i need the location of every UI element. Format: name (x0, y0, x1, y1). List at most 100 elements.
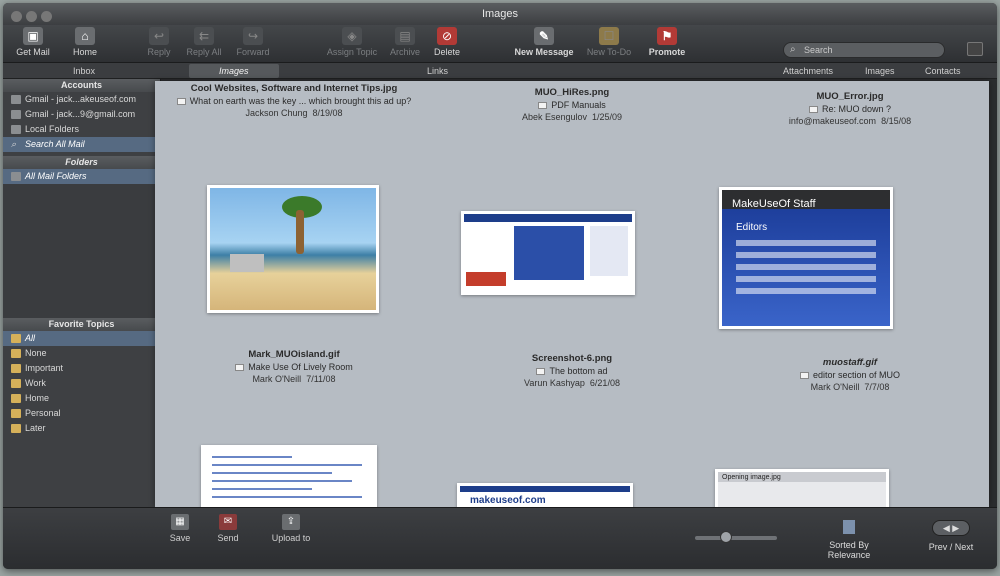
folder-icon (11, 394, 21, 403)
grid-item-caption[interactable]: muostaff.gif editor section of MUO Mark … (711, 357, 989, 392)
subject: PDF Manuals (551, 100, 606, 110)
folder-icon (11, 172, 21, 181)
folder-icon (11, 334, 21, 343)
tab-contacts[interactable]: Contacts (925, 64, 961, 78)
subject: The bottom ad (549, 366, 608, 376)
home-icon: ⌂ (75, 27, 95, 45)
sidebar-item-topic-none[interactable]: None (3, 346, 160, 361)
archive-icon: ▤ (395, 27, 415, 45)
upload-icon: ⇪ (282, 514, 300, 530)
image-grid: Cool Websites, Software and Internet Tip… (155, 81, 989, 507)
minimize-window-button[interactable] (26, 11, 37, 22)
sidebar: Accounts Gmail - jack...akeuseof.com Gma… (3, 79, 161, 539)
envelope-icon (538, 102, 548, 110)
sidebar-item-topic-all[interactable]: All (3, 331, 160, 346)
home-button[interactable]: ⌂ Home (59, 27, 111, 57)
tab-attachments[interactable]: Attachments (783, 64, 833, 78)
tab-images-right[interactable]: Images (865, 64, 895, 78)
assign-topic-button[interactable]: ◈ Assign Topic (321, 27, 383, 57)
thumbnail-makeuseof[interactable]: makeuseof.com (457, 483, 633, 507)
folders-header: Folders (3, 156, 160, 169)
search-input[interactable]: ⌕ Search (783, 42, 945, 58)
file-name: Cool Websites, Software and Internet Tip… (190, 83, 398, 94)
date: 7/7/08 (864, 382, 890, 392)
prev-next-button[interactable]: ◀ ▶ Prev / Next (921, 520, 981, 552)
grid-item-caption[interactable]: Screenshot-6.png The bottom ad Varun Kas… (433, 353, 711, 388)
date: 7/11/08 (306, 374, 336, 384)
envelope-icon (808, 106, 818, 114)
sidebar-item-topic-home[interactable]: Home (3, 391, 160, 406)
thumbnail-muo-staff[interactable]: MakeUseOf Staff Editors (719, 187, 893, 329)
dialog-title: Opening image.jpg (722, 474, 781, 481)
folder-icon (11, 424, 21, 433)
mail-window: Images ▣ Get Mail ⌂ Home ↩ Reply ⇇ Reply All… (3, 3, 997, 569)
send-button[interactable]: ✉ Send (203, 514, 253, 543)
envelope-icon (176, 98, 186, 106)
sender: Jackson Chung (245, 108, 308, 118)
thumbnail-document[interactable] (201, 445, 377, 507)
sort-button[interactable]: Sorted By Relevance (808, 520, 890, 560)
envelope-icon (799, 372, 809, 380)
tab-images[interactable]: Images (189, 64, 279, 78)
sidebar-item-search-all-mail[interactable]: ⌕ Search All Mail (3, 137, 160, 152)
makeuseof-logo: makeuseof.com (470, 495, 546, 506)
staff-editors-heading: Editors (736, 222, 768, 233)
grid-item-caption[interactable]: Mark_MUOisland.gif Make Use Of Lively Ro… (155, 349, 433, 384)
sender: info@makeuseof.com (788, 116, 877, 126)
toolbar: ▣ Get Mail ⌂ Home ↩ Reply ⇇ Reply All ↪ Forwa… (3, 25, 997, 63)
search-icon: ⌕ (790, 44, 796, 55)
zoom-slider-knob[interactable] (719, 531, 732, 543)
reply-all-button[interactable]: ⇇ Reply All (178, 27, 230, 57)
zoom-slider[interactable] (695, 531, 777, 543)
date: 6/21/08 (589, 378, 620, 388)
search-icon: ⌕ (11, 139, 17, 149)
sidebar-item-gmail-makeuseof[interactable]: Gmail - jack...akeuseof.com (3, 92, 160, 107)
save-button[interactable]: ▦ Save (155, 514, 205, 543)
accounts-header: Accounts (3, 79, 160, 92)
pen-icon: ✎ (534, 27, 554, 45)
note-icon: ☐ (599, 27, 619, 45)
thumbnail-muo-island[interactable] (207, 185, 379, 313)
sidebar-item-topic-personal[interactable]: Personal (3, 406, 160, 421)
status-bar: ▦ Save ✉ Send ⇪ Upload to Sorted By Relevan… (3, 507, 997, 569)
mail-icon (11, 95, 21, 104)
folder-icon (11, 409, 21, 418)
sender: Abek Esengulov (521, 112, 587, 122)
inbox-icon: ▣ (23, 27, 43, 45)
zoom-window-button[interactable] (41, 11, 52, 22)
tab-inbox[interactable]: Inbox (73, 64, 95, 78)
delete-button[interactable]: ⊘ Delete (421, 27, 473, 57)
close-window-button[interactable] (11, 11, 22, 22)
window-title: Images (481, 8, 519, 20)
subject: Make Use Of Lively Room (248, 362, 353, 372)
sidebar-item-topic-later[interactable]: Later (3, 421, 160, 436)
sidebar-item-local-folders[interactable]: Local Folders (3, 122, 160, 137)
file-name: MUO_HiRes.png (534, 87, 610, 98)
promote-button[interactable]: ⚑ Promote (639, 27, 695, 57)
new-message-button[interactable]: ✎ New Message (509, 27, 579, 57)
sidebar-item-topic-work[interactable]: Work (3, 376, 160, 391)
subject: editor section of MUO (812, 370, 901, 380)
tab-bar: Inbox Images Links Attachments Images Co… (3, 63, 997, 79)
upload-button[interactable]: ⇪ Upload to (261, 514, 321, 543)
delete-icon: ⊘ (437, 27, 457, 45)
grid-item-caption[interactable]: MUO_HiRes.png PDF Manuals Abek Esengulov… (433, 87, 711, 122)
forward-button[interactable]: ↪ Forward (227, 27, 279, 57)
grid-item-caption[interactable]: MUO_Error.jpg Re: MUO down ? info@makeus… (711, 91, 989, 126)
thumbnail-dialog[interactable]: Opening image.jpg (715, 469, 889, 507)
subject: Re: MUO down ? (821, 104, 892, 114)
grid-item-caption[interactable]: Cool Websites, Software and Internet Tip… (155, 83, 433, 118)
sidebar-item-topic-important[interactable]: Important (3, 361, 160, 376)
sender: Mark O'Neill (810, 382, 860, 392)
sidebar-item-gmail-personal[interactable]: Gmail - jack...9@gmail.com (3, 107, 160, 122)
tag-icon: ◈ (342, 27, 362, 45)
tab-links[interactable]: Links (427, 64, 448, 78)
sidebar-item-all-mail-folders[interactable]: All Mail Folders (3, 169, 160, 184)
flag-icon: ⚑ (657, 27, 677, 45)
thumbnail-screenshot[interactable] (461, 211, 635, 295)
toolbar-toggle-button[interactable] (967, 42, 983, 56)
sort-icon (843, 520, 855, 534)
new-todo-button[interactable]: ☐ New To-Do (579, 27, 639, 57)
get-mail-button[interactable]: ▣ Get Mail (7, 27, 59, 57)
staff-title: MakeUseOf Staff (732, 198, 816, 210)
